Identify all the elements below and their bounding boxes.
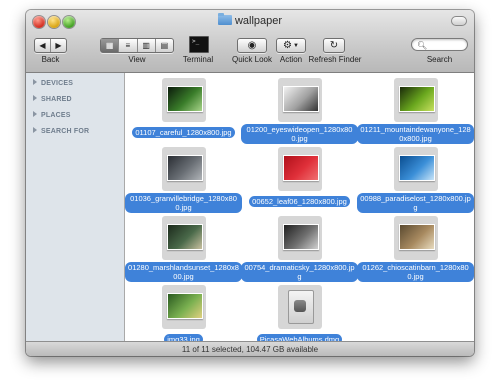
sidebar: DEVICES SHARED PLACES SEARCH FOR [26, 73, 125, 341]
disclosure-triangle-icon[interactable] [33, 79, 37, 85]
sidebar-item-devices[interactable]: DEVICES [33, 79, 73, 87]
sidebar-item-label: SEARCH FOR [41, 128, 90, 135]
icon-view-button[interactable]: ▦ [101, 39, 120, 52]
eye-icon: ◉ [247, 40, 257, 51]
image-preview [166, 155, 203, 181]
back-forward-control: ◀ ▶ [34, 38, 67, 53]
image-preview [398, 155, 435, 181]
column-view-button[interactable]: ▥ [138, 39, 156, 52]
file-item[interactable]: 01211_mountaindewanyone_1280x800.jpg [357, 78, 474, 146]
column-view-icon: ▥ [142, 41, 150, 50]
file-thumbnail[interactable] [277, 285, 322, 329]
view-control: ▦ ≡ ▥ ▤ [100, 38, 174, 53]
image-preview [282, 155, 319, 181]
file-name-label[interactable]: 00988_paradiselost_1280x800.jpg [357, 193, 474, 213]
sidebar-item-label: SHARED [41, 96, 72, 103]
file-thumbnail[interactable] [277, 78, 322, 122]
refresh-label: Refresh Finder [308, 55, 362, 64]
folder-icon [217, 13, 232, 25]
file-thumbnail[interactable] [161, 78, 206, 122]
sidebar-item-search-for[interactable]: SEARCH FOR [33, 127, 89, 135]
file-item[interactable]: 00754_dramaticsky_1280x800.jpg [241, 216, 358, 284]
window-title-text: wallpaper [234, 15, 283, 27]
sidebar-item-shared[interactable]: SHARED [33, 95, 72, 103]
quicklook-button[interactable]: ◉ [237, 38, 267, 53]
image-preview [398, 224, 435, 250]
back-label: Back [41, 55, 60, 64]
action-button[interactable]: ⚙ ▼ [276, 38, 306, 53]
forward-button[interactable]: ▶ [51, 39, 66, 52]
finder-window: wallpaper ◀ ▶ Back ▦ ≡ ▥ ▤ View >_ Termi… [26, 10, 474, 356]
file-item[interactable]: img33.jpg [125, 285, 242, 347]
image-preview [166, 224, 203, 250]
action-label: Action [279, 55, 303, 64]
back-arrow-icon: ◀ [39, 41, 46, 50]
file-name-label[interactable]: 01200_eyeswideopen_1280x800.jpg [241, 124, 358, 144]
file-icon-view: 01107_careful_1280x800.jpg 01200_eyeswid… [125, 73, 474, 345]
gear-icon: ⚙ [283, 40, 292, 51]
view-label: View [128, 55, 146, 64]
coverflow-view-icon: ▤ [160, 41, 169, 50]
refresh-button[interactable]: ↻ [323, 38, 345, 53]
disclosure-triangle-icon[interactable] [33, 127, 37, 133]
status-bar: 11 of 11 selected, 104.47 GB available [26, 341, 474, 356]
file-thumbnail[interactable] [161, 216, 206, 260]
image-preview [166, 293, 203, 319]
file-thumbnail[interactable] [393, 216, 438, 260]
quicklook-label: Quick Look [231, 55, 273, 64]
icon-view-icon: ▦ [105, 41, 114, 50]
file-name-label[interactable]: 01036_granvillebridge_1280x800.jpg [125, 193, 242, 213]
disclosure-triangle-icon[interactable] [33, 111, 37, 117]
file-item[interactable]: 01036_granvillebridge_1280x800.jpg [125, 147, 242, 215]
file-item[interactable]: 00652_leaf06_1280x800.jpg [241, 147, 358, 209]
coverflow-view-button[interactable]: ▤ [156, 39, 173, 52]
file-name-label[interactable]: 01107_careful_1280x800.jpg [132, 127, 235, 138]
sidebar-item-label: PLACES [41, 112, 71, 119]
file-thumbnail[interactable] [161, 285, 206, 329]
list-view-button[interactable]: ≡ [119, 39, 138, 52]
toolbar-toggle-button[interactable] [451, 16, 467, 26]
file-item[interactable]: 00988_paradiselost_1280x800.jpg [357, 147, 474, 215]
file-name-label[interactable]: 01262_chioscatinbarn_1280x800.jpg [357, 262, 474, 282]
title-bar: wallpaper ◀ ▶ Back ▦ ≡ ▥ ▤ View >_ Termi… [26, 10, 474, 73]
terminal-label: Terminal [182, 55, 214, 64]
file-item[interactable]: PicasaWebAlbums.dmg [241, 285, 358, 347]
disclosure-triangle-icon[interactable] [33, 95, 37, 101]
chevron-down-icon: ▼ [293, 42, 299, 49]
file-item[interactable]: 01107_careful_1280x800.jpg [125, 78, 242, 140]
search-label: Search [426, 55, 453, 64]
file-thumbnail[interactable] [277, 147, 322, 191]
file-name-label[interactable]: 00754_dramaticsky_1280x800.jpg [241, 262, 358, 282]
terminal-icon[interactable]: >_ [189, 36, 209, 53]
file-name-label[interactable]: 01211_mountaindewanyone_1280x800.jpg [357, 124, 474, 144]
sidebar-item-places[interactable]: PLACES [33, 111, 71, 119]
file-item[interactable]: 01200_eyeswideopen_1280x800.jpg [241, 78, 358, 146]
search-input[interactable]: 🔍︎ [411, 38, 468, 51]
file-item[interactable]: 01280_marshlandsunset_1280x800.jpg [125, 216, 242, 284]
status-text: 11 of 11 selected, 104.47 GB available [181, 345, 319, 354]
image-preview [398, 86, 435, 112]
list-view-icon: ≡ [125, 41, 131, 50]
image-preview [166, 86, 203, 112]
image-preview [282, 86, 319, 112]
image-preview [282, 224, 319, 250]
file-item[interactable]: 01262_chioscatinbarn_1280x800.jpg [357, 216, 474, 284]
disk-image-icon [287, 290, 314, 324]
window-title: wallpaper [26, 13, 474, 27]
file-thumbnail[interactable] [277, 216, 322, 260]
forward-arrow-icon: ▶ [55, 41, 62, 50]
search-icon: 🔍︎ [417, 41, 428, 50]
file-name-label[interactable]: 01280_marshlandsunset_1280x800.jpg [125, 262, 242, 282]
file-thumbnail[interactable] [393, 147, 438, 191]
back-button[interactable]: ◀ [35, 39, 51, 52]
file-thumbnail[interactable] [393, 78, 438, 122]
refresh-icon: ↻ [329, 40, 339, 51]
file-thumbnail[interactable] [161, 147, 206, 191]
file-name-label[interactable]: 00652_leaf06_1280x800.jpg [249, 196, 350, 207]
sidebar-item-label: DEVICES [41, 80, 74, 87]
